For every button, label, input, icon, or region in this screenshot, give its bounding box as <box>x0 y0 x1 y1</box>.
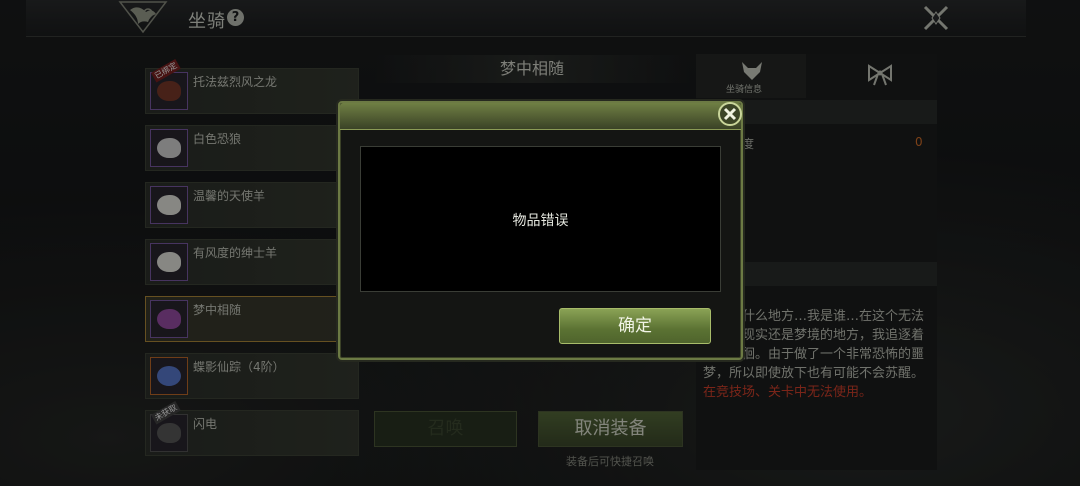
dialog-header <box>340 103 741 130</box>
error-dialog: 物品错误 确定 <box>338 101 743 360</box>
dialog-close-icon[interactable] <box>717 101 743 127</box>
dialog-message: 物品错误 <box>512 213 569 229</box>
confirm-button[interactable]: 确定 <box>559 308 711 344</box>
dialog-body: 物品错误 <box>360 146 721 292</box>
